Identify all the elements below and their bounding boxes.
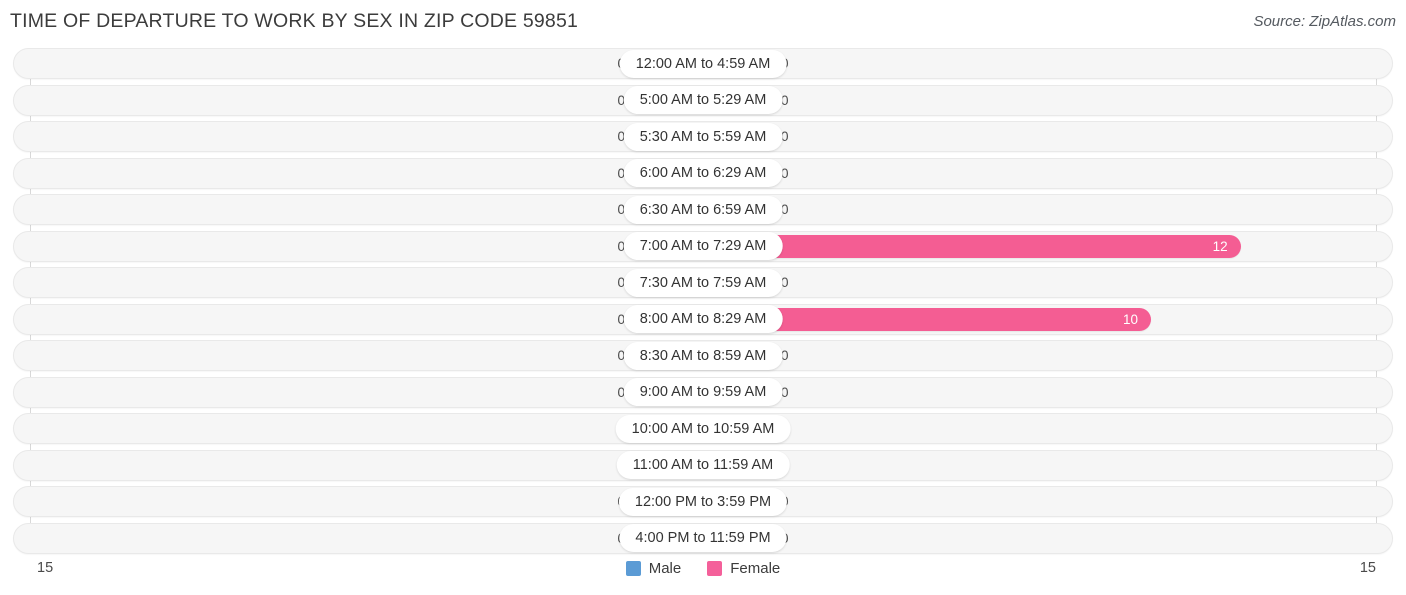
chart-row: 0012:00 AM to 4:59 AM	[0, 48, 1406, 79]
bar-value-female: 10	[1123, 311, 1139, 327]
category-label: 5:30 AM to 5:59 AM	[623, 122, 783, 151]
chart-row: 0010:00 AM to 10:59 AM	[0, 413, 1406, 444]
category-label: 9:00 AM to 9:59 AM	[623, 378, 783, 406]
category-label: 11:00 AM to 11:59 AM	[616, 451, 790, 479]
chart-row: 0 0 6:30 AM to 6:59 AM	[0, 194, 1406, 225]
chart-row: 0 0 9:00 AM to 9:59 AM	[0, 376, 1406, 408]
category-label: 10:00 AM to 10:59 AM	[615, 414, 791, 443]
chart-row: 0 12 7:00 AM to 7:29 AM	[0, 230, 1406, 262]
category-label: 5:00 AM to 5:29 AM	[623, 86, 783, 114]
category-label: 8:30 AM to 8:59 AM	[623, 341, 783, 370]
chart-rows: 0012:00 AM to 4:59 AM 005:00 AM to 5:29 A…	[0, 48, 1406, 559]
chart-row: 0 0 6:00 AM to 6:29 AM	[0, 157, 1406, 189]
legend-item-male[interactable]: Male	[625, 560, 682, 577]
chart-header: TIME OF DEPARTURE TO WORK BY SEX IN ZIP …	[0, 0, 1406, 46]
chart-row: 0 0 7:30 AM to 7:59 AM	[0, 267, 1406, 298]
bar-female	[703, 234, 1241, 258]
chart-row: 0 0 5:30 AM to 5:59 AM	[0, 121, 1406, 152]
legend-swatch-icon	[625, 561, 641, 576]
page-title: TIME OF DEPARTURE TO WORK BY SEX IN ZIP …	[10, 10, 579, 32]
chart-row: 0 0 5:00 AM to 5:29 AM	[0, 84, 1406, 116]
chart-row: 0012:00 PM to 3:59 PM	[0, 486, 1406, 517]
legend-swatch-icon	[707, 561, 723, 576]
chart-row: 004:00 PM to 11:59 PM	[0, 522, 1406, 554]
chart-row: 0 10 8:00 AM to 8:29 AM	[0, 303, 1406, 335]
source-attribution: Source: ZipAtlas.com	[1253, 13, 1396, 30]
category-label: 12:00 PM to 3:59 PM	[618, 487, 788, 516]
bar-value-female: 12	[1212, 238, 1228, 254]
chart-plot-area: 0012:00 AM to 4:59 AM 005:00 AM to 5:29 A…	[0, 48, 1406, 554]
category-label: 6:30 AM to 6:59 AM	[623, 195, 783, 224]
category-label: 6:00 AM to 6:29 AM	[623, 159, 783, 187]
category-label: 7:30 AM to 7:59 AM	[623, 268, 783, 297]
category-label: 7:00 AM to 7:29 AM	[623, 232, 783, 260]
category-label: 4:00 PM to 11:59 PM	[619, 524, 787, 552]
category-label: 8:00 AM to 8:29 AM	[623, 305, 783, 333]
legend-label: Male	[648, 560, 682, 577]
chart-row: 0011:00 AM to 11:59 AM	[0, 449, 1406, 481]
chart-legend: Male Female	[0, 560, 1406, 577]
legend-item-female[interactable]: Female	[707, 560, 780, 577]
chart-footer: 15 15 Male Female	[0, 555, 1406, 595]
category-label: 12:00 AM to 4:59 AM	[619, 49, 787, 78]
legend-label: Female	[730, 560, 781, 577]
chart-row: 0 0 8:30 AM to 8:59 AM	[0, 340, 1406, 371]
